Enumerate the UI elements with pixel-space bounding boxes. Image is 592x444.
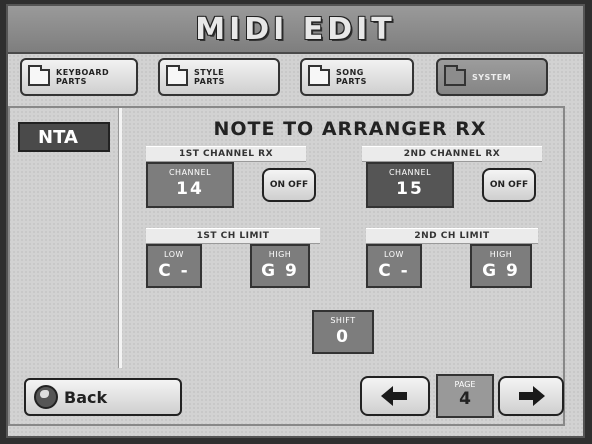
limit2-low-value: C - [378, 261, 410, 281]
arrow-right-icon [519, 386, 545, 406]
tab-label: SONG PARTS [336, 68, 367, 86]
page-indicator: PAGE 4 [436, 374, 494, 418]
limit2-low-label: LOW [384, 250, 404, 259]
back-label: Back [64, 387, 108, 407]
folder-icon [166, 64, 188, 86]
folder-icon [28, 64, 50, 86]
tab-system[interactable]: SYSTEM [436, 58, 548, 96]
limit1-high-box[interactable]: HIGH G 9 [250, 244, 310, 288]
limit2-high-box[interactable]: HIGH G 9 [470, 244, 532, 288]
tab-label: SYSTEM [472, 72, 512, 82]
limit2-section-label: 2ND CH LIMIT [366, 228, 538, 244]
limit1-high-value: G 9 [261, 261, 299, 281]
sidebar-tag-nta[interactable]: NTA [18, 122, 110, 152]
limit2-low-box[interactable]: LOW C - [366, 244, 422, 288]
page-prev-button[interactable] [360, 376, 430, 416]
page-value: 4 [459, 389, 471, 409]
channel2-section-label: 2ND CHANNEL RX [362, 146, 542, 162]
channel2-value: 15 [396, 179, 424, 199]
channel1-box-label: CHANNEL [168, 168, 212, 177]
shift-label: SHIFT [330, 316, 356, 325]
shift-box[interactable]: SHIFT 0 [312, 310, 374, 354]
shift-value: 0 [336, 327, 350, 347]
page-title: MIDI EDIT [195, 11, 396, 47]
tab-label: STYLE PARTS [194, 68, 225, 86]
limit1-low-value: C - [158, 261, 190, 281]
channel1-value-box[interactable]: CHANNEL 14 [146, 162, 234, 208]
channel1-on-off-button[interactable]: ON OFF [262, 168, 316, 202]
limit2-high-label: HIGH [489, 250, 513, 259]
tab-style-parts[interactable]: STYLE PARTS [158, 58, 280, 96]
channel2-on-off-button[interactable]: ON OFF [482, 168, 536, 202]
limit1-low-box[interactable]: LOW C - [146, 244, 202, 288]
sidebar-divider [118, 108, 122, 368]
page-label: PAGE [454, 380, 476, 389]
channel1-value: 14 [176, 179, 204, 199]
channel2-box-label: CHANNEL [388, 168, 432, 177]
tab-song-parts[interactable]: SONG PARTS [300, 58, 414, 96]
channel2-value-box[interactable]: CHANNEL 15 [366, 162, 454, 208]
back-button[interactable]: Back [24, 378, 182, 416]
channel1-section-label: 1ST CHANNEL RX [146, 146, 306, 162]
tab-label: KEYBOARD PARTS [56, 68, 110, 86]
page-next-button[interactable] [498, 376, 564, 416]
globe-icon [34, 385, 58, 409]
arrow-left-icon [381, 386, 407, 406]
limit1-low-label: LOW [164, 250, 184, 259]
title-bar: MIDI EDIT [8, 6, 583, 54]
limit1-high-label: HIGH [268, 250, 292, 259]
folder-open-icon [444, 64, 466, 86]
limit1-section-label: 1ST CH LIMIT [146, 228, 320, 244]
limit2-high-value: G 9 [482, 261, 520, 281]
section-heading: NOTE TO ARRANGER RX [213, 118, 487, 140]
tab-keyboard-parts[interactable]: KEYBOARD PARTS [20, 58, 138, 96]
folder-icon [308, 64, 330, 86]
